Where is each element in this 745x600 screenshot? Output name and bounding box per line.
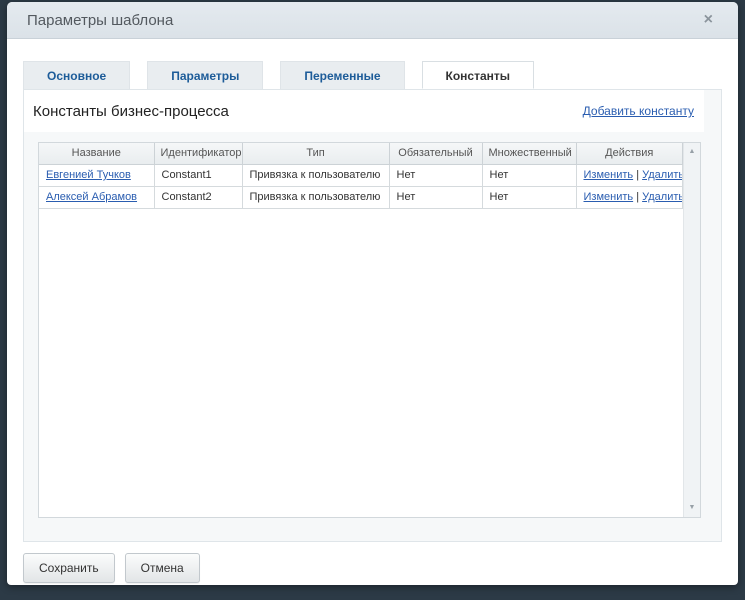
panel-heading-row: Константы бизнес-процесса Добавить конст… xyxy=(24,90,704,132)
dialog-titlebar: Параметры шаблона × xyxy=(7,2,738,39)
add-constant-link[interactable]: Добавить константу xyxy=(583,104,694,118)
tab-parametry[interactable]: Параметры xyxy=(147,61,263,89)
cell-name: Алексей Абрамов xyxy=(39,186,154,208)
tab-peremennye[interactable]: Переменные xyxy=(280,61,404,89)
cell-multiple: Нет xyxy=(482,164,576,186)
dialog-footer: Сохранить Отмена xyxy=(23,553,728,583)
delete-link[interactable]: Удалить xyxy=(642,169,682,181)
cell-type: Привязка к пользователю xyxy=(242,186,389,208)
scroll-down-icon[interactable]: ▼ xyxy=(684,503,700,513)
column-header-multiple: Множественный xyxy=(482,143,576,164)
table-header-row: Название Идентификатор Тип Обязательный … xyxy=(39,143,683,164)
dialog-title: Параметры шаблона xyxy=(27,12,173,29)
column-header-identifier: Идентификатор xyxy=(154,143,242,164)
cell-identifier: Constant1 xyxy=(154,164,242,186)
close-icon[interactable]: × xyxy=(699,10,718,30)
dialog-body: Основное Параметры Переменные Константы … xyxy=(7,39,738,583)
cell-required: Нет xyxy=(389,186,482,208)
column-header-type: Тип xyxy=(242,143,389,164)
scroll-up-icon[interactable]: ▲ xyxy=(684,147,700,157)
table-row: Алексей Абрамов Constant2 Привязка к пол… xyxy=(39,186,683,208)
cell-multiple: Нет xyxy=(482,186,576,208)
constant-name-link[interactable]: Алексей Абрамов xyxy=(46,191,137,203)
delete-link[interactable]: Удалить xyxy=(642,191,682,203)
vertical-scrollbar[interactable]: ▲ ▼ xyxy=(683,143,700,517)
constants-tab-panel: Константы бизнес-процесса Добавить конст… xyxy=(23,89,722,542)
column-header-actions: Действия xyxy=(576,143,683,164)
table-row: Евгенией Тучков Constant1 Привязка к пол… xyxy=(39,164,683,186)
cancel-button[interactable]: Отмена xyxy=(125,553,200,583)
save-button[interactable]: Сохранить xyxy=(23,553,115,583)
constant-name-link[interactable]: Евгенией Тучков xyxy=(46,169,131,181)
constants-table: Название Идентификатор Тип Обязательный … xyxy=(39,143,683,209)
cell-type: Привязка к пользователю xyxy=(242,164,389,186)
cell-actions: Изменить | Удалить xyxy=(576,164,683,186)
constants-table-container: Название Идентификатор Тип Обязательный … xyxy=(38,142,701,518)
template-parameters-dialog: Параметры шаблона × Основное Параметры П… xyxy=(7,2,738,585)
tab-konstanty[interactable]: Константы xyxy=(422,61,535,89)
panel-title: Константы бизнес-процесса xyxy=(33,103,229,120)
cell-identifier: Constant2 xyxy=(154,186,242,208)
column-header-required: Обязательный xyxy=(389,143,482,164)
cell-required: Нет xyxy=(389,164,482,186)
action-separator: | xyxy=(636,191,639,203)
tab-bar: Основное Параметры Переменные Константы xyxy=(23,61,722,89)
tab-osnovnoe[interactable]: Основное xyxy=(23,61,130,89)
action-separator: | xyxy=(636,169,639,181)
cell-name: Евгенией Тучков xyxy=(39,164,154,186)
column-header-name: Название xyxy=(39,143,154,164)
edit-link[interactable]: Изменить xyxy=(584,191,634,203)
edit-link[interactable]: Изменить xyxy=(584,169,634,181)
cell-actions: Изменить | Удалить xyxy=(576,186,683,208)
